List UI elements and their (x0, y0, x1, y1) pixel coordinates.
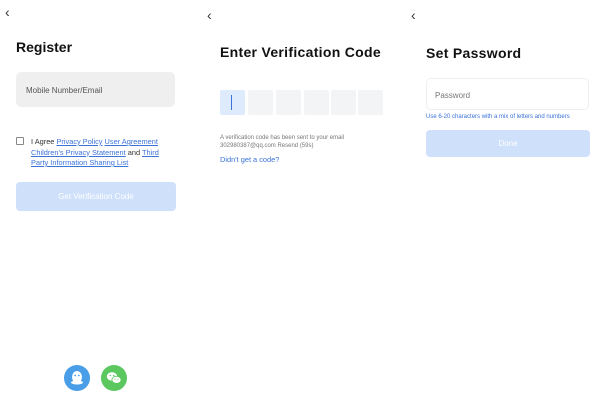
get-code-button[interactable]: Get Verification Code (16, 182, 176, 211)
page-title: Enter Verification Code (220, 44, 381, 60)
set-password-panel: ‹ Set Password Password Use 6-20 charact… (405, 0, 599, 405)
agreement-row: I Agree Privacy Policy User Agreement Ch… (16, 137, 176, 169)
done-button[interactable]: Done (426, 130, 590, 157)
and-text: and (127, 147, 141, 157)
wechat-login-button[interactable] (101, 365, 127, 391)
wechat-icon (106, 372, 122, 384)
code-box[interactable] (331, 90, 356, 115)
code-box[interactable] (276, 90, 301, 115)
page-title: Set Password (426, 45, 522, 61)
page-title: Register (16, 39, 73, 55)
back-icon[interactable]: ‹ (207, 8, 212, 22)
user-agreement-link[interactable]: User Agreement (105, 137, 158, 146)
password-input[interactable]: Password (426, 78, 589, 110)
agree-prefix: I Agree (31, 137, 55, 146)
qq-login-button[interactable] (64, 365, 90, 391)
back-icon[interactable]: ‹ (411, 8, 416, 22)
register-panel: ‹ Register Mobile Number/Email I Agree P… (0, 0, 198, 405)
text-cursor (231, 95, 232, 110)
children-privacy-link[interactable]: Children's Privacy Statement (31, 148, 126, 157)
password-hint: Use 6-20 characters with a mix of letter… (426, 114, 570, 120)
back-icon[interactable]: ‹ (5, 5, 10, 19)
code-box[interactable] (304, 90, 329, 115)
qq-icon (71, 371, 83, 385)
code-box[interactable] (358, 90, 383, 115)
verification-panel: ‹ Enter Verification Code A verification… (201, 0, 399, 405)
privacy-policy-link[interactable]: Privacy Policy (56, 137, 102, 146)
agree-checkbox[interactable] (16, 137, 24, 145)
verification-info: A verification code has been sent to you… (220, 135, 345, 149)
account-input[interactable]: Mobile Number/Email (16, 72, 175, 107)
code-input-group[interactable] (220, 90, 383, 115)
code-box[interactable] (248, 90, 273, 115)
account-input-placeholder: Mobile Number/Email (26, 86, 103, 95)
password-input-placeholder: Password (435, 91, 471, 100)
code-box-active[interactable] (220, 90, 245, 115)
resend-link[interactable]: Didn't get a code? (220, 155, 279, 164)
